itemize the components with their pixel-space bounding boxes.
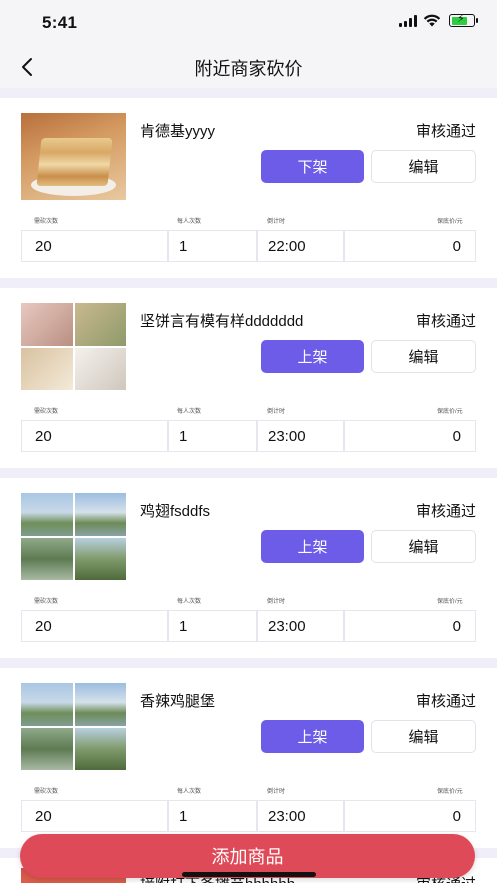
min-price-field[interactable]: 0 <box>344 800 476 832</box>
product-image[interactable] <box>21 303 126 390</box>
min-price-field[interactable]: 0 <box>344 230 476 262</box>
toggle-listing-button[interactable]: 上架 <box>261 340 364 373</box>
toggle-listing-button[interactable]: 下架 <box>261 150 364 183</box>
status-bar: 5:41 ⚡ <box>0 0 497 46</box>
edit-button[interactable]: 编辑 <box>371 340 476 373</box>
total-label: 需砍次数 <box>34 219 59 225</box>
edit-button[interactable]: 编辑 <box>371 150 476 183</box>
home-indicator <box>182 872 316 877</box>
toggle-listing-button[interactable]: 上架 <box>261 720 364 753</box>
min-price-label: 保底价/元 <box>437 599 463 605</box>
total-label: 需砍次数 <box>34 409 59 415</box>
per-person-field[interactable]: 1 <box>168 800 257 832</box>
per-person-label: 每人次数 <box>177 789 202 795</box>
countdown-field[interactable]: 22:00 <box>257 230 344 262</box>
total-field[interactable]: 20 <box>21 230 168 262</box>
product-card: 鸡翅fsddfs 审核通过 上架 编辑 需砍次数 每人次数 倒计时 保底价/元 … <box>0 478 497 658</box>
wifi-icon <box>423 14 441 27</box>
separator <box>0 468 497 478</box>
product-list: 肯德基yyyy 审核通过 下架 编辑 需砍次数 每人次数 倒计时 保底价/元 2… <box>0 88 497 883</box>
min-price-label: 保底价/元 <box>437 789 463 795</box>
countdown-label: 倒计时 <box>267 599 286 605</box>
review-status: 审核通过 <box>415 693 476 710</box>
product-name: 香辣鸡腿堡 <box>140 693 216 710</box>
countdown-label: 倒计时 <box>267 789 286 795</box>
countdown-field[interactable]: 23:00 <box>257 420 344 452</box>
review-status: 审核通过 <box>415 123 476 140</box>
per-person-field[interactable]: 1 <box>168 230 257 262</box>
total-field[interactable]: 20 <box>21 800 168 832</box>
product-image[interactable] <box>21 683 126 770</box>
product-name: 鸡翅fsddfs <box>140 503 211 520</box>
separator <box>0 278 497 288</box>
product-image[interactable] <box>21 493 126 580</box>
status-icons: ⚡ <box>399 13 478 27</box>
product-card: 肯德基yyyy 审核通过 下架 编辑 需砍次数 每人次数 倒计时 保底价/元 2… <box>0 98 497 278</box>
min-price-field[interactable]: 0 <box>344 420 476 452</box>
per-person-label: 每人次数 <box>177 409 202 415</box>
review-status: 审核通过 <box>415 313 476 330</box>
product-image[interactable] <box>21 113 126 200</box>
min-price-label: 保底价/元 <box>437 409 463 415</box>
countdown-label: 倒计时 <box>267 219 286 225</box>
per-person-field[interactable]: 1 <box>168 420 257 452</box>
product-card: 香辣鸡腿堡 审核通过 上架 编辑 需砍次数 每人次数 倒计时 保底价/元 20 … <box>0 668 497 848</box>
status-time: 5:41 <box>42 13 78 32</box>
battery-charging-icon: ⚡ <box>449 13 478 27</box>
page-title: 附近商家砍价 <box>194 59 303 79</box>
edit-button[interactable]: 编辑 <box>371 530 476 563</box>
nav-bar: 附近商家砍价 <box>0 46 497 88</box>
countdown-label: 倒计时 <box>267 409 286 415</box>
per-person-field[interactable]: 1 <box>168 610 257 642</box>
min-price-field[interactable]: 0 <box>344 610 476 642</box>
min-price-label: 保底价/元 <box>437 219 463 225</box>
total-field[interactable]: 20 <box>21 610 168 642</box>
review-status: 审核通过 <box>415 503 476 520</box>
total-label: 需砍次数 <box>34 789 59 795</box>
countdown-field[interactable]: 23:00 <box>257 800 344 832</box>
edit-button[interactable]: 编辑 <box>371 720 476 753</box>
toggle-listing-button[interactable]: 上架 <box>261 530 364 563</box>
product-card: 坚饼言有模有样ddddddd 审核通过 上架 编辑 需砍次数 每人次数 倒计时 … <box>0 288 497 468</box>
per-person-label: 每人次数 <box>177 219 202 225</box>
product-name: 坚饼言有模有样ddddddd <box>140 313 304 330</box>
product-name: 肯德基yyyy <box>140 123 216 140</box>
total-field[interactable]: 20 <box>21 420 168 452</box>
per-person-label: 每人次数 <box>177 599 202 605</box>
countdown-field[interactable]: 23:00 <box>257 610 344 642</box>
separator <box>0 658 497 668</box>
separator <box>0 88 497 98</box>
total-label: 需砍次数 <box>34 599 59 605</box>
signal-icon <box>399 14 417 27</box>
